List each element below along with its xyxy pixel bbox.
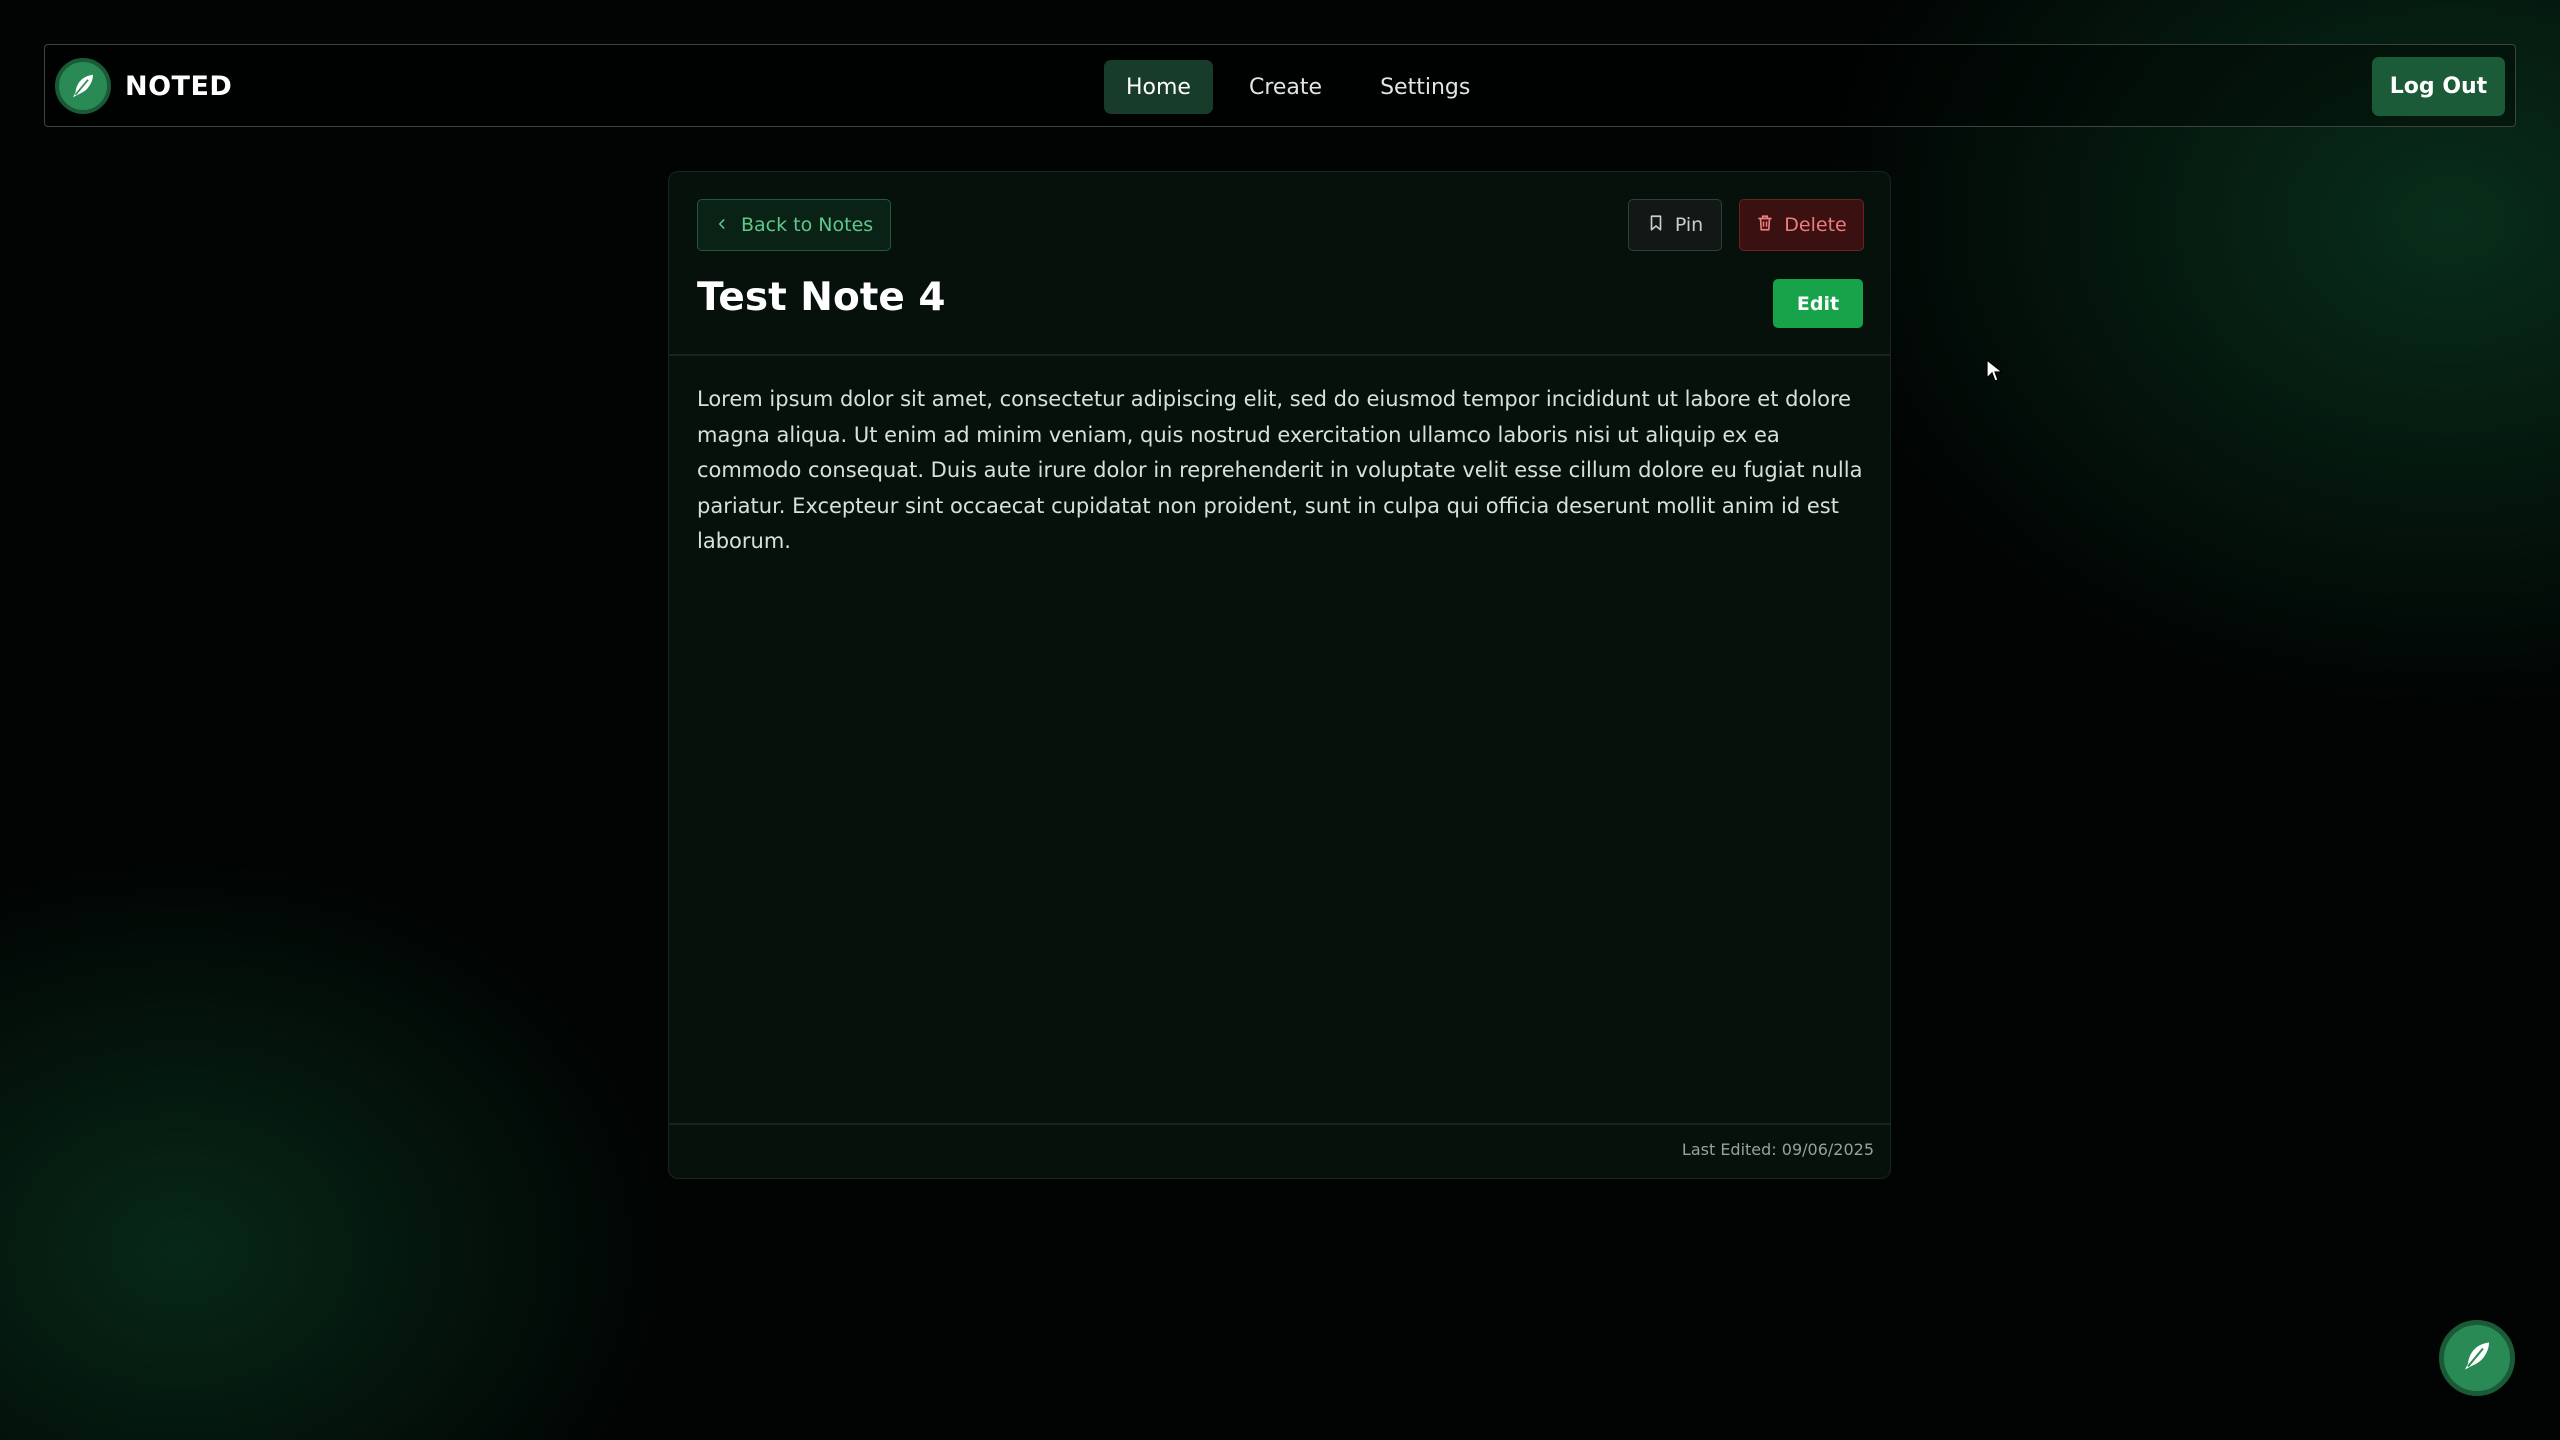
nav-item-settings[interactable]: Settings — [1358, 60, 1492, 114]
edit-button[interactable]: Edit — [1773, 279, 1863, 328]
note-title: Test Note 4 — [697, 275, 946, 320]
feather-icon — [2459, 1338, 2495, 1378]
delete-button[interactable]: Delete — [1739, 199, 1864, 251]
nav-item-create[interactable]: Create — [1227, 60, 1344, 114]
back-to-notes-button[interactable]: Back to Notes — [697, 199, 892, 251]
mouse-cursor-icon — [1985, 358, 2005, 384]
logout-button[interactable]: Log Out — [2372, 57, 2505, 116]
pin-label: Pin — [1674, 214, 1704, 236]
note-body: Lorem ipsum dolor sit amet, consectetur … — [697, 387, 1863, 553]
footer-divider — [669, 1123, 1890, 1125]
header-divider — [669, 354, 1890, 356]
last-edited-timestamp: Last Edited: 09/06/2025 — [1681, 1140, 1874, 1159]
main-nav: Home Create Settings — [1104, 60, 1492, 114]
nav-item-home[interactable]: Home — [1104, 60, 1213, 114]
feather-logo-icon — [55, 58, 111, 114]
note-card: Back to Notes Pin Delete Test Note 4 Edi… — [668, 171, 1891, 1179]
back-to-notes-label: Back to Notes — [741, 214, 874, 236]
pin-button[interactable]: Pin — [1628, 199, 1722, 251]
trash-icon — [1756, 213, 1774, 238]
brand[interactable]: NOTED — [55, 58, 232, 114]
brand-name: NOTED — [125, 70, 233, 102]
top-navbar: NOTED Home Create Settings Log Out — [44, 44, 2516, 127]
floating-feather-button[interactable] — [2439, 1320, 2515, 1396]
chevron-left-icon — [715, 214, 729, 236]
delete-label: Delete — [1784, 214, 1847, 236]
bookmark-icon — [1647, 213, 1665, 238]
